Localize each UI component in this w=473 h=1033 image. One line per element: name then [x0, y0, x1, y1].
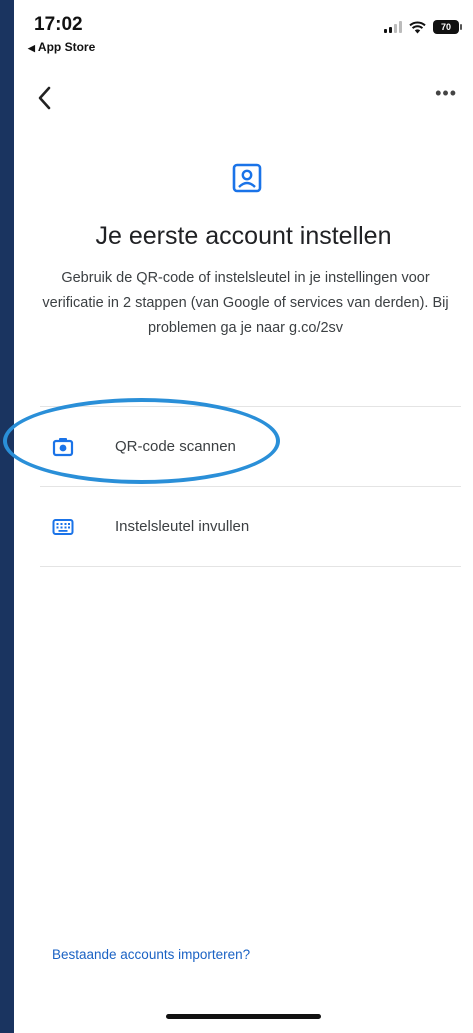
battery-icon: 70 [433, 20, 462, 34]
page-title: Je eerste account instellen [95, 222, 392, 250]
back-app-label: App Store [37, 40, 96, 54]
chevron-left-icon[interactable] [34, 84, 58, 112]
option-scan-qr-code[interactable]: QR-code scannen [40, 408, 461, 486]
more-options-icon[interactable]: ••• [435, 84, 457, 102]
divider [40, 486, 461, 487]
option-label: QR-code scannen [115, 438, 236, 455]
page-description: Gebruik de QR-code of instelsleutel in j… [42, 270, 449, 336]
status-bar: 17:02 ◀ App Store 70 [14, 0, 473, 68]
status-icons: 70 [384, 20, 462, 34]
back-to-app-store[interactable]: ◀ App Store [28, 40, 95, 54]
account-box-icon [232, 163, 262, 193]
divider [40, 566, 461, 567]
keyboard-icon [52, 519, 74, 535]
option-label: Instelsleutel invullen [115, 518, 250, 535]
home-indicator [166, 1014, 321, 1019]
option-enter-setup-key[interactable]: Instelsleutel invullen [40, 488, 461, 566]
nav-bar: ••• [14, 78, 473, 118]
back-triangle-icon: ◀ [28, 43, 35, 53]
import-accounts-link[interactable]: Bestaande accounts importeren? [52, 947, 250, 962]
wifi-icon [409, 20, 426, 33]
status-time: 17:02 [34, 14, 83, 35]
camera-icon [52, 438, 74, 457]
divider [40, 406, 461, 407]
cellular-signal-icon [384, 21, 402, 33]
phone-screen: 17:02 ◀ App Store 70 ••• Je eerste accoun… [14, 0, 473, 1033]
